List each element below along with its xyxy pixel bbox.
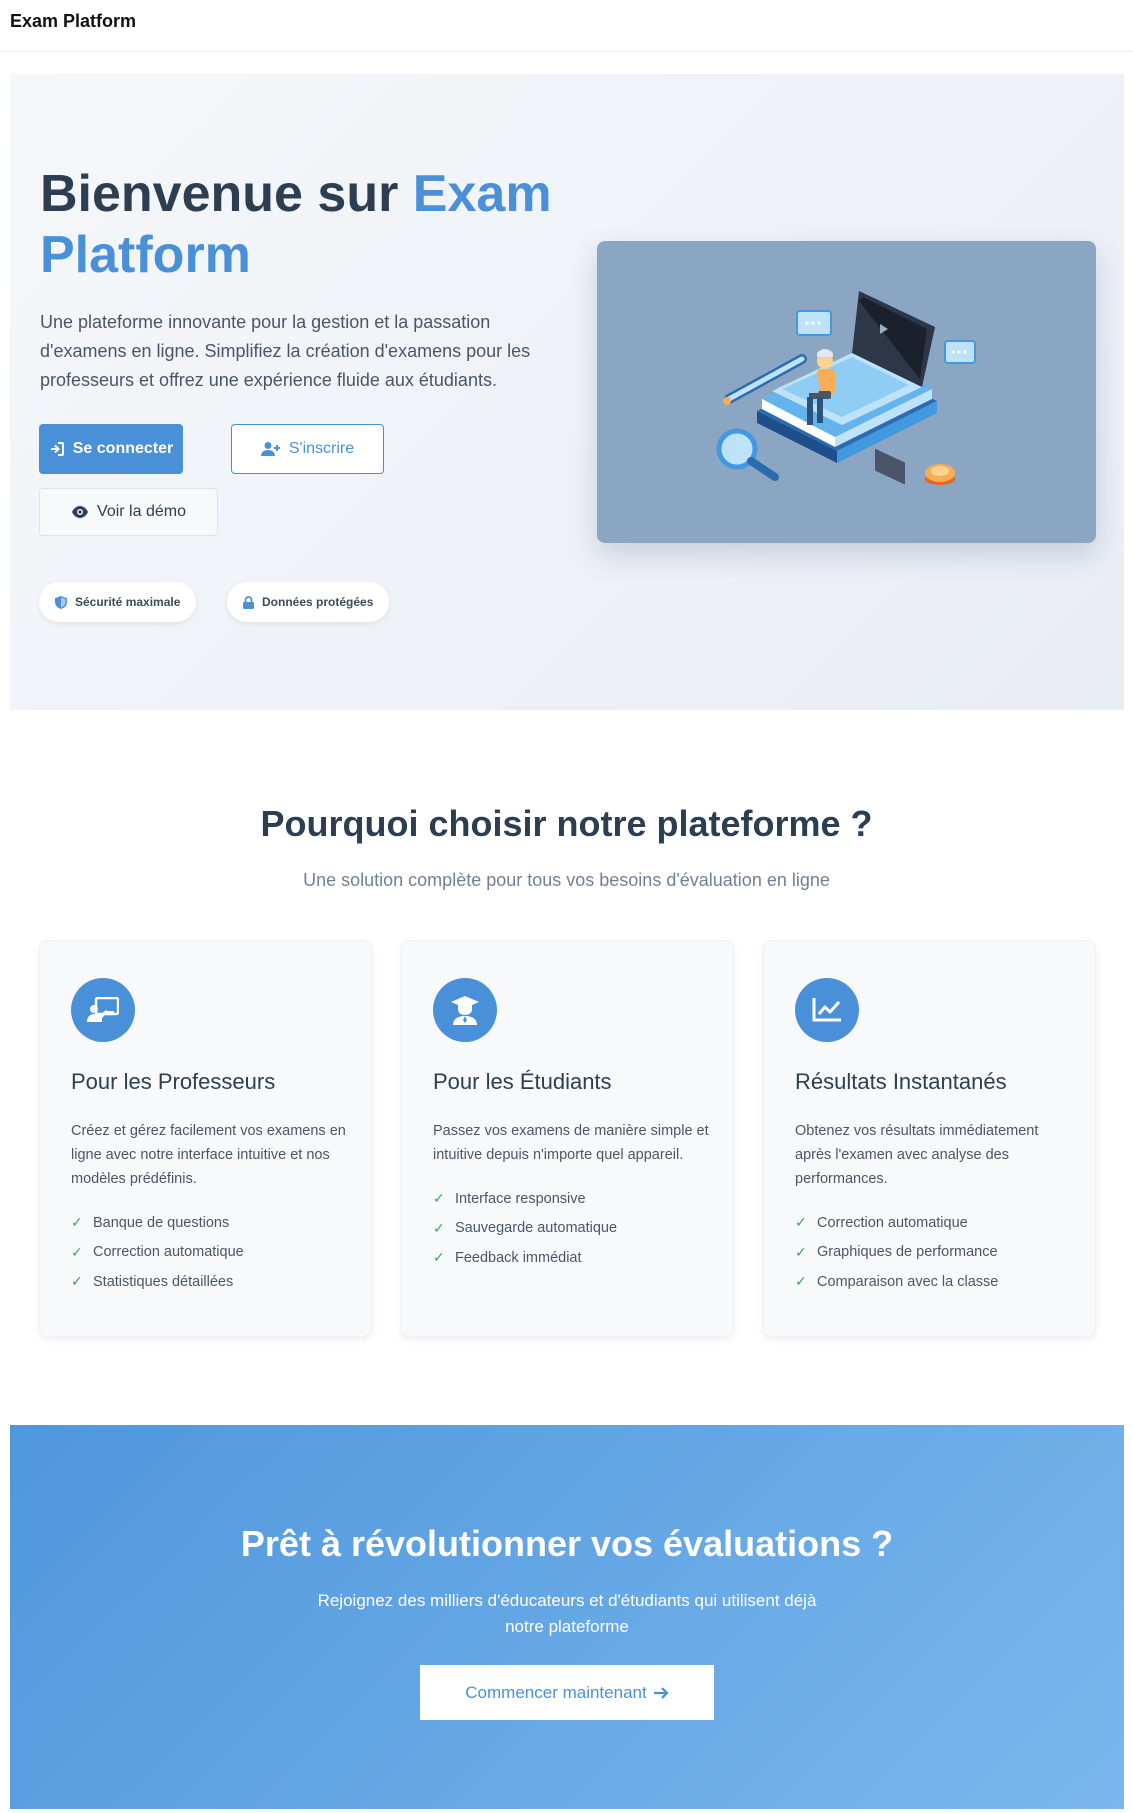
check-icon: ✓ [71, 1214, 83, 1231]
check-icon: ✓ [433, 1190, 445, 1207]
list-item: ✓ Correction automatique [71, 1238, 244, 1268]
list-item: ✓ Feedback immédiat [433, 1243, 617, 1273]
data-protection-badge: Données protégées [227, 582, 390, 622]
feature-card-teachers: Pour les Professeurs Créez et gérez faci… [39, 940, 372, 1337]
list-item-label: Graphiques de performance [817, 1244, 998, 1261]
list-item: ✓ Comparaison avec la classe [795, 1267, 998, 1297]
features-subtitle: Une solution complète pour tous vos beso… [303, 870, 830, 890]
check-icon: ✓ [433, 1219, 445, 1236]
brand-logo[interactable]: Exam Platform [10, 11, 136, 32]
arrow-right-icon [653, 1686, 669, 1699]
card-title: Pour les Professeurs [71, 1069, 276, 1094]
list-item-label: Feedback immédiat [455, 1249, 582, 1266]
hero-title-text: Bienvenue sur [40, 165, 413, 223]
eye-icon [72, 506, 89, 518]
login-label: Se connecter [72, 440, 174, 457]
list-item-label: Correction automatique [93, 1244, 244, 1261]
hero-illustration [597, 241, 1096, 543]
feature-card-students: Pour les Étudiants Passez vos examens de… [401, 940, 734, 1337]
hero-section: Bienvenue sur Exam Platform Une platefor… [10, 74, 1124, 710]
demo-button[interactable]: Voir la démo [39, 488, 218, 536]
list-item-label: Sauvegarde automatique [455, 1220, 618, 1237]
features-title: Pourquoi choisir notre plateforme ? [260, 803, 873, 844]
shield-icon [55, 595, 67, 609]
check-icon: ✓ [795, 1273, 807, 1290]
list-item: ✓ Correction automatique [795, 1208, 998, 1238]
start-now-label: Commencer maintenant [465, 1682, 647, 1702]
cta-title: Prêt à révolutionner vos évaluations ? [240, 1523, 894, 1564]
feature-card-results: Résultats Instantanés Obtenez vos résult… [763, 940, 1096, 1337]
card-title: Résultats Instantanés [795, 1069, 1007, 1094]
laptop-illustration [716, 291, 976, 485]
check-icon: ✓ [71, 1243, 83, 1260]
card-description: Obtenez vos résultats immédiatement aprè… [795, 1123, 1039, 1187]
check-icon: ✓ [795, 1214, 807, 1231]
list-item: ✓ Statistiques détaillées [71, 1267, 244, 1297]
check-icon: ✓ [71, 1273, 83, 1290]
list-item-label: Statistiques détaillées [93, 1273, 234, 1290]
card-feature-list: ✓ Interface responsive ✓ Sauvegarde automa… [433, 1184, 617, 1273]
register-label: S'inscrire [288, 440, 355, 457]
card-title: Pour les Étudiants [433, 1069, 612, 1094]
sign-in-icon [50, 442, 64, 456]
check-icon: ✓ [433, 1249, 445, 1266]
list-item: ✓ Sauvegarde automatique [433, 1214, 617, 1244]
list-item-label: Correction automatique [817, 1214, 968, 1231]
lock-icon [243, 595, 254, 609]
top-bar: Exam Platform [0, 0, 1133, 52]
register-button[interactable]: S'inscrire [231, 424, 384, 474]
security-badge: Sécurité maximale [39, 582, 197, 622]
cta-subtitle: Rejoignez des milliers d'éducateurs et d… [317, 1591, 817, 1636]
card-feature-list: ✓ Correction automatique ✓ Graphiques de p… [795, 1208, 998, 1297]
card-description: Créez et gérez facilement vos examens en… [71, 1123, 346, 1187]
cta-section: Prêt à révolutionner vos évaluations ? R… [10, 1425, 1124, 1809]
demo-label: Voir la démo [97, 503, 186, 520]
user-plus-icon [260, 442, 280, 456]
chart-line-icon [795, 978, 859, 1042]
data-protection-badge-label: Données protégées [262, 595, 374, 609]
card-description: Passez vos examens de manière simple et … [433, 1123, 709, 1163]
hero-title: Bienvenue sur Exam Platform [40, 164, 580, 286]
list-item-label: Interface responsive [455, 1190, 586, 1207]
card-feature-list: ✓ Banque de questions ✓ Correction automat… [71, 1208, 244, 1297]
start-now-button[interactable]: Commencer maintenant [420, 1665, 714, 1720]
login-button[interactable]: Se connecter [39, 424, 183, 474]
graduate-icon [433, 978, 497, 1042]
list-item: ✓ Interface responsive [433, 1184, 617, 1214]
chalkboard-teacher-icon [71, 978, 135, 1042]
security-badge-label: Sécurité maximale [75, 595, 181, 609]
list-item-label: Banque de questions [93, 1214, 230, 1231]
list-item: ✓ Graphiques de performance [795, 1238, 998, 1268]
hero-description: Une plateforme innovante pour la gestion… [40, 312, 531, 390]
list-item: ✓ Banque de questions [71, 1208, 244, 1238]
list-item-label: Comparaison avec la classe [817, 1273, 999, 1290]
check-icon: ✓ [795, 1243, 807, 1260]
